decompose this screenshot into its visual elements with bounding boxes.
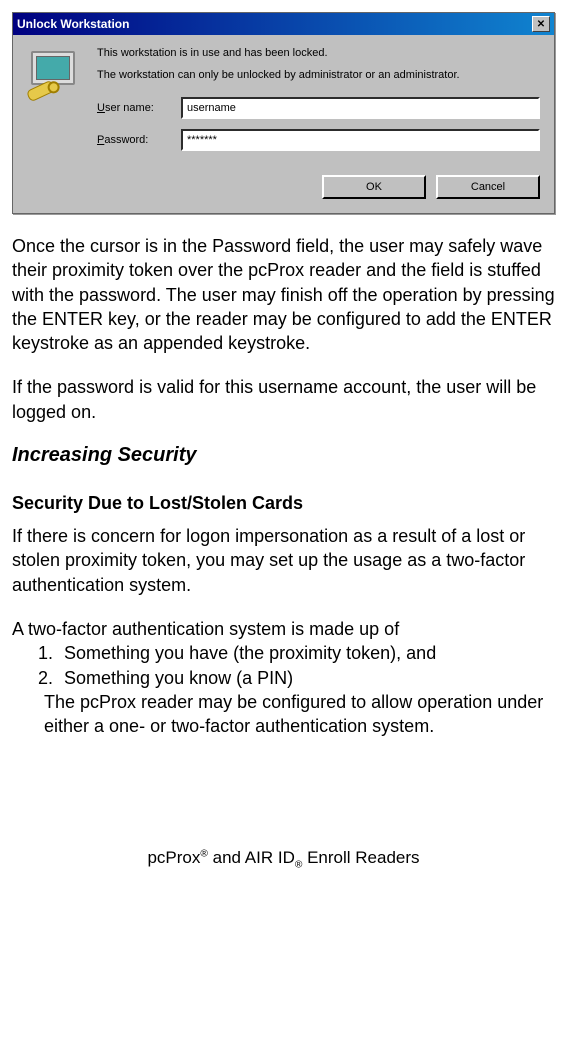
- paragraph-4: A two-factor authentication system is ma…: [12, 617, 555, 641]
- password-input[interactable]: *******: [181, 129, 540, 151]
- paragraph-3: If there is concern for logon impersonat…: [12, 524, 555, 597]
- dialog-message-1: This workstation is in use and has been …: [97, 47, 540, 59]
- list-item: Something you know (a PIN): [58, 666, 555, 690]
- close-icon[interactable]: ✕: [532, 16, 550, 32]
- username-label: User name:: [97, 102, 181, 114]
- two-factor-list: Something you have (the proximity token)…: [58, 641, 555, 690]
- heading-increasing-security: Increasing Security: [12, 444, 555, 467]
- lock-computer-icon: [27, 47, 83, 161]
- cancel-button[interactable]: Cancel: [436, 175, 540, 199]
- list-item: Something you have (the proximity token)…: [58, 641, 555, 665]
- heading-security-lost-stolen: Security Due to Lost/Stolen Cards: [12, 493, 555, 514]
- paragraph-2: If the password is valid for this userna…: [12, 375, 555, 424]
- ok-button[interactable]: OK: [322, 175, 426, 199]
- dialog-titlebar: Unlock Workstation ✕: [13, 13, 554, 35]
- unlock-workstation-dialog: Unlock Workstation ✕ This workstation is…: [12, 12, 555, 214]
- username-input[interactable]: username: [181, 97, 540, 119]
- page-footer: pcProx® and AIR ID® Enroll Readers: [12, 848, 555, 884]
- paragraph-5: The pcProx reader may be configured to a…: [44, 690, 555, 739]
- password-label: Password:: [97, 134, 181, 146]
- paragraph-1: Once the cursor is in the Password field…: [12, 234, 555, 355]
- dialog-message-2: The workstation can only be unlocked by …: [97, 69, 540, 81]
- dialog-title: Unlock Workstation: [17, 17, 129, 31]
